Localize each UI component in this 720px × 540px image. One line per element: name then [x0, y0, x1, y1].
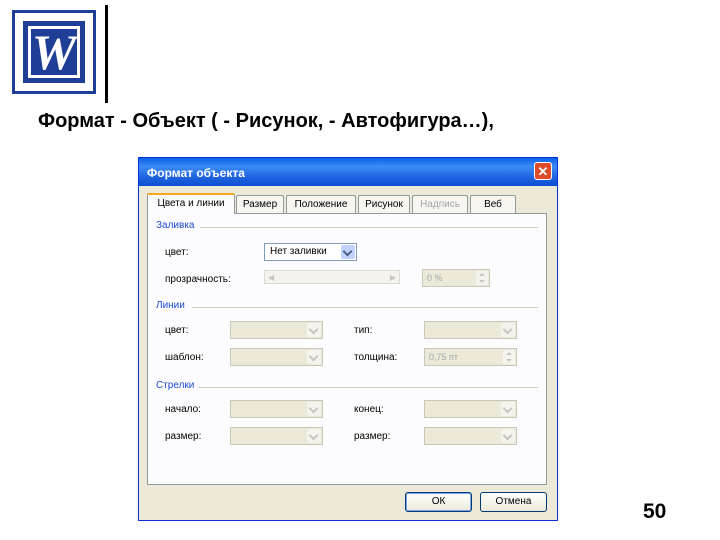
tab-panel: Заливка цвет: Нет заливки прозрачность: …	[147, 213, 547, 485]
line-type-select[interactable]	[424, 321, 517, 339]
arrow-start-size-select[interactable]	[230, 427, 323, 445]
arrow-end-size-select[interactable]	[424, 427, 517, 445]
fill-color-select[interactable]: Нет заливки	[264, 243, 357, 261]
lines-group-label: Линии	[156, 300, 185, 311]
chevron-down-icon	[307, 429, 321, 443]
logo-letter: W	[31, 24, 77, 80]
chevron-down-icon	[307, 402, 321, 416]
transparency-value: 0 %	[427, 273, 443, 283]
line-type-label: тип:	[354, 325, 373, 336]
ok-button[interactable]: ОК	[405, 492, 472, 512]
slide-heading: Формат - Объект ( - Рисунок, - Автофигур…	[38, 110, 494, 132]
vertical-divider	[105, 5, 108, 103]
word-logo-icon: W	[12, 10, 96, 94]
lines-group-divider	[192, 307, 538, 308]
arrow-end-label: конец:	[354, 404, 384, 415]
chevron-down-icon	[307, 323, 321, 337]
arrow-start-size-label: размер:	[165, 431, 202, 442]
line-weight-value: 0,75 пт	[429, 352, 459, 362]
chevron-down-icon	[501, 323, 515, 337]
tab-picture[interactable]: Рисунок	[358, 195, 410, 213]
tab-colors-and-lines[interactable]: Цвета и линии	[147, 193, 235, 214]
tab-position[interactable]: Положение	[286, 195, 356, 213]
slider-left-arrow-icon: ◀	[268, 273, 275, 282]
line-pattern-label: шаблон:	[165, 352, 204, 363]
fill-color-label: цвет:	[165, 247, 189, 258]
line-color-select[interactable]	[230, 321, 323, 339]
chevron-down-icon	[307, 350, 321, 364]
line-color-label: цвет:	[165, 325, 189, 336]
chevron-down-icon	[501, 429, 515, 443]
transparency-slider[interactable]: ◀ ▶	[264, 270, 400, 284]
dialog-title: Формат объекта	[147, 166, 245, 180]
line-weight-spinner[interactable]: 0,75 пт	[424, 348, 517, 366]
arrow-end-select[interactable]	[424, 400, 517, 418]
cancel-button[interactable]: Отмена	[480, 492, 547, 512]
transparency-label: прозрачность:	[165, 274, 231, 285]
line-pattern-select[interactable]	[230, 348, 323, 366]
slider-right-arrow-icon: ▶	[389, 273, 396, 282]
transparency-spinner[interactable]: 0 %	[422, 269, 490, 287]
fill-color-value: Нет заливки	[270, 246, 327, 257]
spin-arrows-icon	[476, 271, 488, 285]
fill-group-label: Заливка	[156, 220, 195, 231]
dialog-titlebar: Формат объекта ✕	[139, 158, 557, 186]
arrow-start-label: начало:	[165, 404, 201, 415]
chevron-down-icon	[341, 245, 355, 259]
format-object-dialog: Формат объекта ✕ Цвета и линии Размер По…	[138, 157, 558, 521]
fill-group-divider	[200, 227, 538, 228]
line-weight-label: толщина:	[354, 352, 398, 363]
chevron-down-icon	[501, 402, 515, 416]
tab-text-box: Надпись	[412, 195, 468, 213]
arrows-group-divider	[198, 387, 538, 388]
tab-size[interactable]: Размер	[236, 195, 284, 213]
tab-web[interactable]: Веб	[470, 195, 516, 213]
spin-arrows-icon	[503, 350, 515, 364]
close-icon[interactable]: ✕	[534, 162, 552, 180]
arrows-group-label: Стрелки	[156, 380, 195, 391]
arrow-end-size-label: размер:	[354, 431, 391, 442]
arrow-start-select[interactable]	[230, 400, 323, 418]
page-number: 50	[643, 500, 667, 523]
